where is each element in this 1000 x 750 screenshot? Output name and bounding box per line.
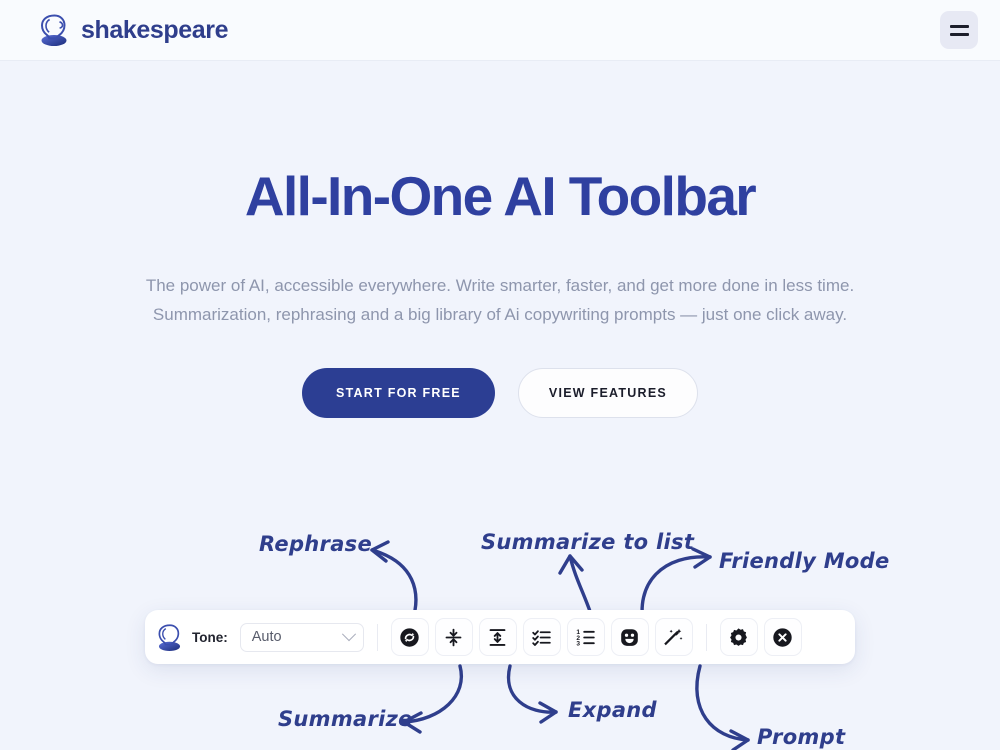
refresh-circle-icon [400,627,419,647]
hero-section: All-In-One AI Toolbar The power of AI, a… [0,61,1000,419]
shakespeare-head-icon [40,14,67,46]
friendly-mode-button[interactable] [610,618,649,656]
menu-bar-top [949,24,969,28]
rephrase-button[interactable] [390,618,429,656]
toolbar-divider-1 [376,623,378,651]
annotation-prompt: Prompt [757,725,846,749]
view-features-button[interactable]: VIEW FEATURES [517,368,698,419]
shakespeare-head-icon [158,623,181,651]
ai-toolbar: Tone: Auto 1 2 3 [145,610,855,664]
expand-button[interactable] [478,618,517,656]
chevron-down-icon [341,627,356,642]
hamburger-menu-icon[interactable] [940,11,978,49]
annotation-summarize-to-list: Summarize to list [481,530,695,554]
hero-subtitle-line-1: The power of AI, accessible everywhere. … [145,275,855,295]
hero-subtitle-line-2: Summarization, rephrasing and a big libr… [152,304,848,324]
smiley-face-icon [621,628,639,646]
brand-logo[interactable]: shakespeare [38,13,229,47]
page-title: All-In-One AI Toolbar [244,165,757,227]
summarize-to-list-button[interactable] [522,618,561,656]
collapse-arrows-icon [445,628,462,646]
start-for-free-button[interactable]: START FOR FREE [301,368,495,419]
annotation-summarize: Summarize [278,707,413,731]
tone-label: Tone: [192,629,228,645]
tone-selected-value: Auto [251,629,282,645]
numbered-list-icon: 1 2 3 [577,629,595,647]
gear-icon [730,627,748,646]
toolbar-showcase: Rephrase Summarize to list Friendly Mode… [0,470,1000,750]
close-circle-icon [773,627,792,647]
checklist-icon [532,629,551,646]
close-button[interactable] [763,618,802,656]
expand-arrows-icon [489,628,506,646]
hero-actions: START FOR FREE VIEW FEATURES [0,368,1000,419]
annotation-friendly-mode: Friendly Mode [719,549,890,573]
numbered-list-button[interactable]: 1 2 3 [566,618,605,656]
site-header: shakespeare [0,0,1000,61]
tone-select[interactable]: Auto [239,622,364,652]
hero-subtitle: The power of AI, accessible everywhere. … [0,271,1000,329]
menu-bar-bottom [949,32,969,36]
magic-wand-icon [664,628,683,645]
prompt-button[interactable] [654,618,693,656]
annotation-rephrase: Rephrase [259,532,373,556]
annotation-expand: Expand [568,698,657,722]
toolbar-divider-2 [705,623,707,651]
summarize-button[interactable] [434,618,473,656]
svg-text:3: 3 [577,640,581,647]
brand-name: shakespeare [81,15,229,44]
settings-button[interactable] [719,618,758,656]
